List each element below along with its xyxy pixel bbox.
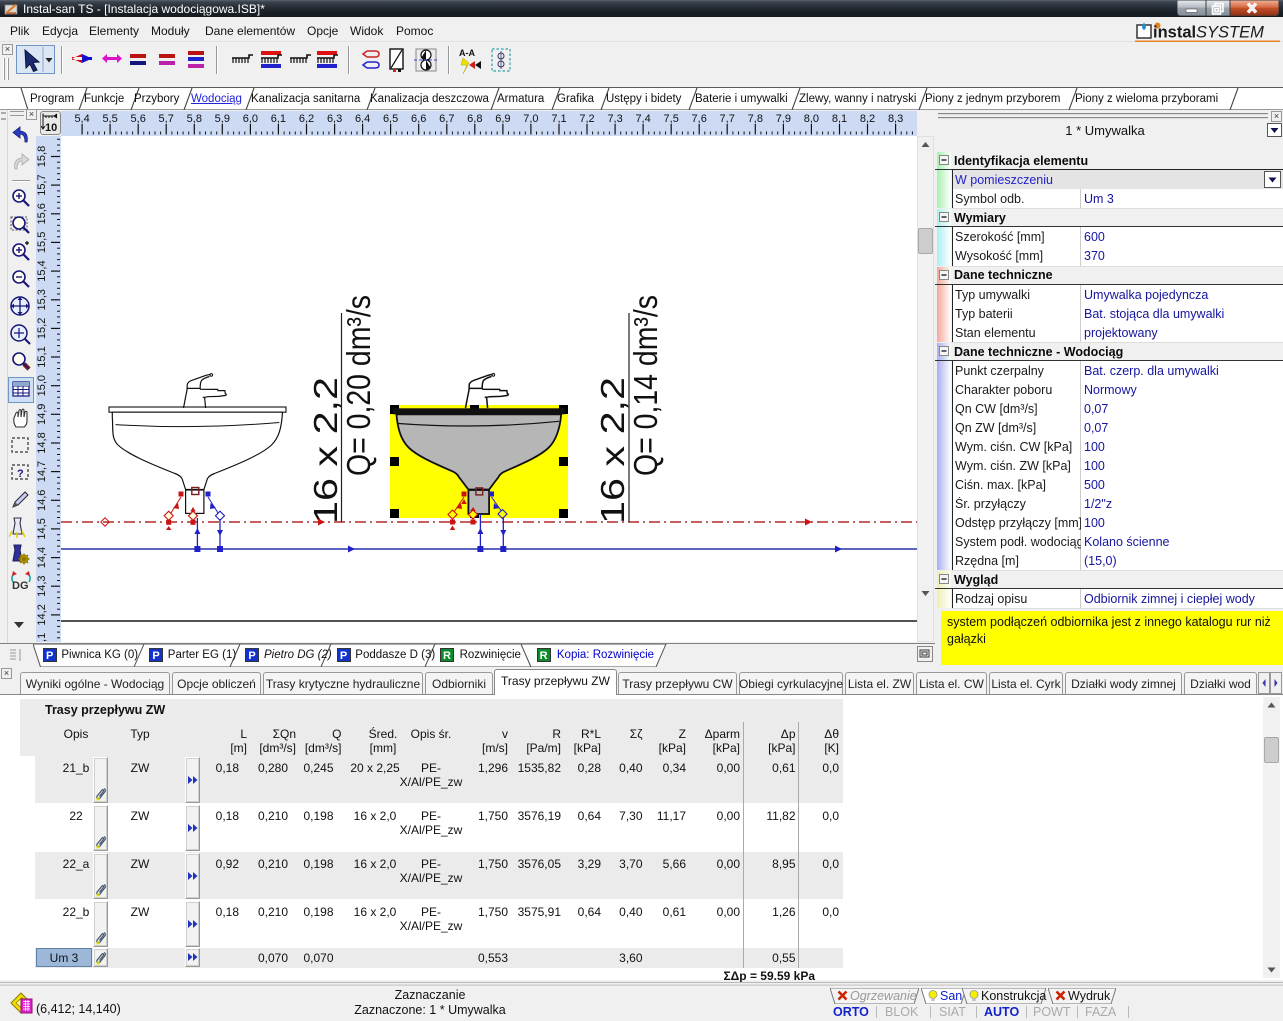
svg-text:7,5: 7,5 — [664, 113, 679, 125]
svg-text:Q= 0,20 dm³/s: Q= 0,20 dm³/s — [340, 295, 377, 476]
svg-text:6,1: 6,1 — [271, 113, 286, 125]
svg-text:6,5: 6,5 — [383, 113, 398, 125]
svg-text:14,8: 14,8 — [36, 432, 48, 453]
svg-text:15,4: 15,4 — [36, 260, 48, 281]
svg-text:7,6: 7,6 — [692, 113, 707, 125]
svg-text:7,3: 7,3 — [607, 113, 622, 125]
svg-text:5,9: 5,9 — [215, 113, 230, 125]
svg-text:14,9: 14,9 — [36, 404, 48, 425]
svg-text:A-A: A-A — [459, 48, 475, 58]
svg-text:7,4: 7,4 — [635, 113, 650, 125]
svg-text:14,7: 14,7 — [36, 461, 48, 482]
svg-text:14,3: 14,3 — [36, 575, 48, 596]
svg-text:7,1: 7,1 — [551, 113, 566, 125]
svg-text:6,9: 6,9 — [495, 113, 510, 125]
svg-text:16 x 2,2: 16 x 2,2 — [307, 377, 344, 524]
svg-text:6,6: 6,6 — [411, 113, 426, 125]
svg-text:8,0: 8,0 — [804, 113, 819, 125]
svg-text:DG: DG — [12, 580, 29, 592]
svg-text:15,7: 15,7 — [36, 174, 48, 195]
svg-text:7,2: 7,2 — [579, 113, 594, 125]
svg-text:15,5: 15,5 — [36, 232, 48, 253]
svg-text:14,1: 14,1 — [36, 633, 48, 642]
svg-text:6,2: 6,2 — [299, 113, 314, 125]
svg-text:SYSTEM: SYSTEM — [1196, 24, 1264, 42]
svg-text:7,0: 7,0 — [523, 113, 538, 125]
svg-text:15,8: 15,8 — [36, 146, 48, 167]
svg-text:6,8: 6,8 — [467, 113, 482, 125]
svg-text:7,8: 7,8 — [748, 113, 763, 125]
svg-text:5,6: 5,6 — [131, 113, 146, 125]
svg-text:14,5: 14,5 — [36, 518, 48, 539]
svg-text:15,6: 15,6 — [36, 203, 48, 224]
svg-text:?: ? — [17, 468, 24, 480]
svg-text:7,7: 7,7 — [720, 113, 735, 125]
svg-text:14,2: 14,2 — [36, 604, 48, 625]
svg-text:6,3: 6,3 — [327, 113, 342, 125]
svg-text:Q= 0,14 dm³/s: Q= 0,14 dm³/s — [627, 295, 664, 476]
svg-text:14,6: 14,6 — [36, 490, 48, 511]
svg-text:7,9: 7,9 — [776, 113, 791, 125]
svg-text:14,4: 14,4 — [36, 547, 48, 568]
svg-text:15,2: 15,2 — [36, 318, 48, 339]
svg-text:5,7: 5,7 — [159, 113, 174, 125]
svg-text:10: 10 — [45, 122, 57, 134]
svg-text:5,8: 5,8 — [187, 113, 202, 125]
svg-text:5,5: 5,5 — [102, 113, 117, 125]
svg-text:16 x 2,2: 16 x 2,2 — [594, 377, 631, 524]
svg-text:6,0: 6,0 — [243, 113, 258, 125]
svg-text:8,3: 8,3 — [888, 113, 903, 125]
svg-text:6,7: 6,7 — [439, 113, 454, 125]
svg-text:15,3: 15,3 — [36, 289, 48, 310]
svg-text:5,4: 5,4 — [74, 113, 89, 125]
svg-text:8,2: 8,2 — [860, 113, 875, 125]
svg-text:instal: instal — [1153, 24, 1196, 42]
svg-text:15,1: 15,1 — [36, 346, 48, 367]
svg-text:6,4: 6,4 — [355, 113, 370, 125]
svg-text:15,0: 15,0 — [36, 375, 48, 396]
svg-text:8,1: 8,1 — [832, 113, 847, 125]
